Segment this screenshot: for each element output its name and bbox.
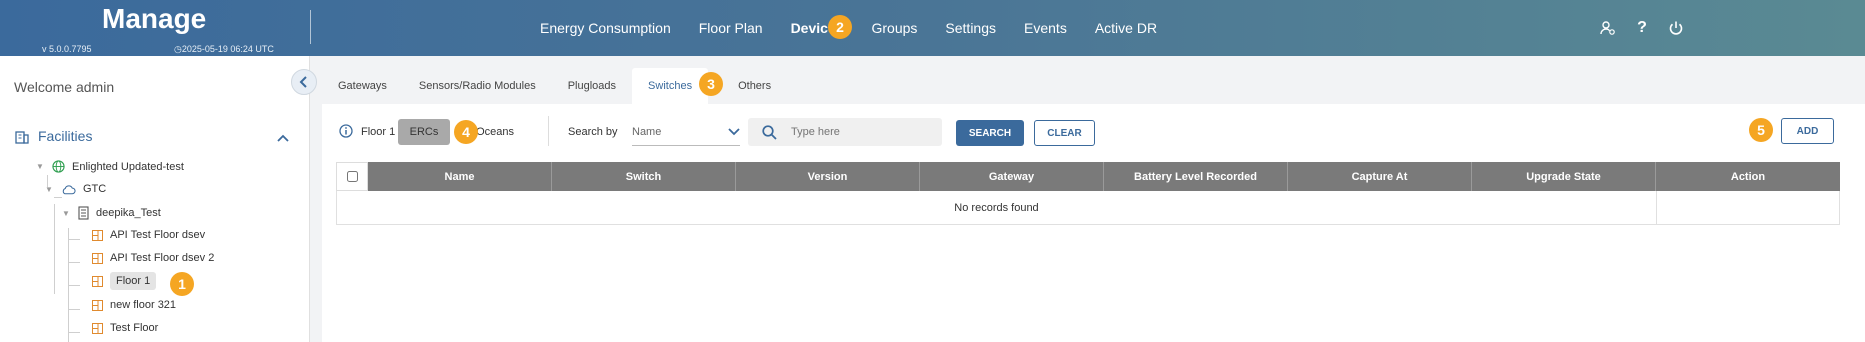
- search-icon: [762, 124, 777, 140]
- power-icon[interactable]: [1666, 18, 1686, 38]
- step-badge: 2: [828, 15, 852, 39]
- caret-down-icon[interactable]: ▼: [45, 185, 55, 194]
- clear-button[interactable]: CLEAR: [1034, 120, 1095, 146]
- facilities-header[interactable]: Facilities: [14, 128, 92, 144]
- tree-item-campus[interactable]: ▼ GTC: [45, 183, 106, 195]
- building-icon: [78, 206, 89, 220]
- tree-line: [68, 332, 80, 333]
- chevron-up-icon[interactable]: [276, 131, 290, 146]
- tree-label-floor: Test Floor: [110, 322, 159, 334]
- server-date-text: 2025-05-19 06:24 UTC: [181, 44, 274, 54]
- empty-message: No records found: [337, 191, 1657, 224]
- header-divider: [310, 10, 311, 44]
- floor-icon: [92, 299, 103, 311]
- step-badge: 3: [699, 72, 723, 96]
- table-header: Name Switch Version Gateway Battery Leve…: [336, 162, 1840, 191]
- welcome-text: Welcome admin: [14, 79, 115, 95]
- top-header: Manage v 5.0.0.7795 ◷2025-05-19 06:24 UT…: [0, 0, 1865, 56]
- main-nav: Energy Consumption Floor Plan Devices Gr…: [540, 0, 1185, 56]
- search-button[interactable]: SEARCH: [956, 120, 1024, 146]
- column-header[interactable]: Gateway: [920, 162, 1104, 191]
- server-date: ◷2025-05-19 06:24 UTC: [174, 44, 274, 55]
- clock-icon: ◷: [174, 44, 182, 54]
- tree-line: [68, 285, 80, 286]
- floor-icon: [92, 322, 103, 334]
- table-row: No records found: [336, 191, 1840, 225]
- tree-label-floor: API Test Floor dsev: [110, 229, 206, 241]
- tree-label-campus: GTC: [83, 183, 107, 195]
- tree-label-org: Enlighted Updated-test: [72, 160, 184, 173]
- search-by-value: Name: [632, 125, 662, 138]
- facilities-label: Facilities: [38, 128, 93, 144]
- select-all-cell: [336, 162, 368, 191]
- tab-sensors-radio-modules[interactable]: Sensors/Radio Modules: [403, 68, 552, 104]
- building-icon: [15, 131, 29, 144]
- step-badge: 1: [170, 272, 194, 296]
- caret-down-icon[interactable]: ▼: [62, 209, 72, 218]
- sidebar: Welcome admin Facilities ▼ Enlighted Upd…: [0, 56, 310, 342]
- tab-switches[interactable]: Switches: [632, 68, 709, 104]
- nav-floor-plan[interactable]: Floor Plan: [699, 20, 763, 36]
- tree-line: [68, 262, 80, 263]
- switches-table: Name Switch Version Gateway Battery Leve…: [336, 162, 1840, 225]
- tree-label-floor: Floor 1: [110, 272, 157, 290]
- select-all-checkbox[interactable]: [346, 171, 358, 182]
- info-icon[interactable]: [339, 124, 353, 141]
- column-header[interactable]: Battery Level Recorded: [1104, 162, 1288, 191]
- app-version: v 5.0.0.7795: [42, 44, 92, 54]
- tree-item-floor[interactable]: API Test Floor dsev: [92, 229, 205, 241]
- floor-breadcrumb: Floor 1: [361, 126, 396, 138]
- tree-line: [68, 309, 80, 310]
- nav-events[interactable]: Events: [1024, 20, 1067, 36]
- caret-down-icon[interactable]: ▼: [36, 162, 46, 171]
- add-button[interactable]: ADD: [1781, 118, 1834, 144]
- nav-settings[interactable]: Settings: [945, 20, 996, 36]
- tree-label-building: deepika_Test: [96, 207, 161, 219]
- tree-item-floor-selected[interactable]: Floor 1: [92, 272, 157, 290]
- ercs-toggle-button[interactable]: ERCs: [398, 119, 450, 145]
- column-header[interactable]: Switch: [552, 162, 736, 191]
- brand-area: Manage v 5.0.0.7795 ◷2025-05-19 06:24 UT…: [0, 0, 310, 56]
- cloud-icon: [61, 184, 76, 195]
- globe-icon: [52, 160, 65, 173]
- collapse-sidebar-button[interactable]: [291, 69, 317, 95]
- tree-label-floor: API Test Floor dsev 2: [110, 252, 215, 264]
- column-header: Action: [1656, 162, 1840, 191]
- search-by-label: Search by: [568, 126, 618, 138]
- step-badge: 5: [1749, 118, 1773, 142]
- toolbar-divider: [548, 116, 549, 146]
- column-header[interactable]: Upgrade State: [1472, 162, 1656, 191]
- search-input[interactable]: [789, 125, 929, 139]
- tree-item-building[interactable]: ▼ deepika_Test: [62, 206, 161, 220]
- tree-label-floor: new floor 321: [110, 299, 177, 311]
- nav-active-dr[interactable]: Active DR: [1095, 20, 1157, 36]
- help-icon[interactable]: ?: [1632, 18, 1652, 38]
- column-header[interactable]: Name: [368, 162, 552, 191]
- chevron-left-icon: [299, 76, 307, 88]
- search-by-select[interactable]: Name: [632, 118, 740, 146]
- search-box: [748, 118, 942, 146]
- tree-item-org[interactable]: ▼ Enlighted Updated-test: [36, 160, 184, 173]
- column-header[interactable]: Version: [736, 162, 920, 191]
- floor-icon: [92, 275, 103, 287]
- floor-icon: [92, 252, 103, 264]
- nav-groups[interactable]: Groups: [872, 20, 918, 36]
- tree-line: [54, 197, 62, 198]
- tab-gateways[interactable]: Gateways: [322, 68, 403, 104]
- tree-line: [68, 239, 80, 240]
- tree-item-floor[interactable]: new floor 321: [92, 299, 176, 311]
- floor-icon: [92, 229, 103, 241]
- nav-energy-consumption[interactable]: Energy Consumption: [540, 20, 671, 36]
- tab-plugloads[interactable]: Plugloads: [552, 68, 632, 104]
- column-header[interactable]: Capture At: [1288, 162, 1472, 191]
- chevron-down-icon: [728, 127, 740, 135]
- tree-line: [54, 204, 55, 294]
- tree-item-floor[interactable]: Test Floor: [92, 322, 158, 334]
- step-badge: 4: [454, 120, 478, 144]
- user-settings-icon[interactable]: [1598, 18, 1618, 38]
- app-title: Manage: [102, 3, 207, 34]
- tree-item-floor[interactable]: API Test Floor dsev 2: [92, 252, 214, 264]
